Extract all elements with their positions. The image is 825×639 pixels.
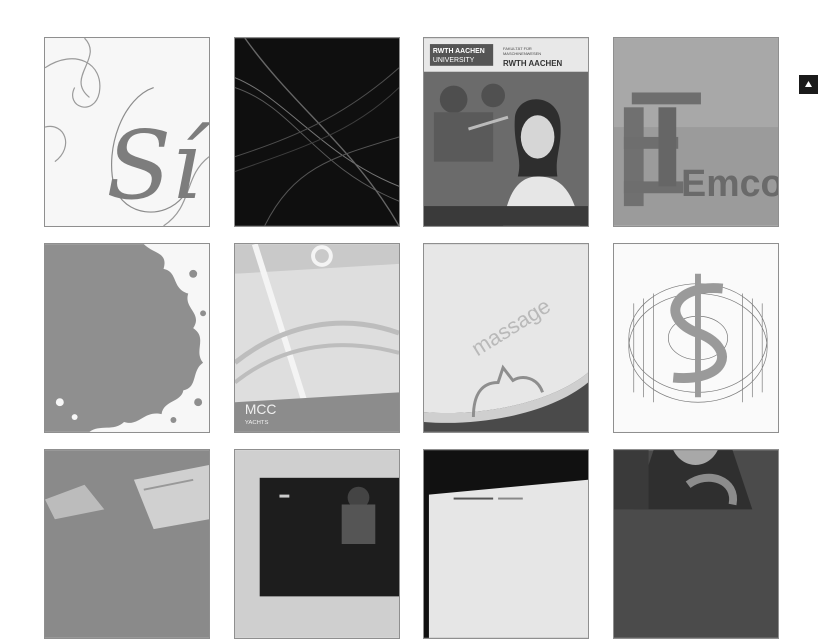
dollar-gear-artwork bbox=[614, 244, 778, 432]
portfolio-tile-9[interactable] bbox=[44, 449, 210, 639]
rwth-faculty-line2: MASCHINENWESEN bbox=[503, 51, 541, 56]
portfolio-tile-7[interactable]: massage bbox=[423, 243, 589, 433]
monitor-portrait-artwork bbox=[235, 450, 399, 638]
rwth-logo-right: RWTH AACHEN bbox=[503, 59, 562, 68]
mcc-yachts-artwork: MCC YACHTS bbox=[235, 244, 399, 432]
portfolio-tile-10[interactable] bbox=[234, 449, 400, 639]
mcc-title: MCC bbox=[245, 401, 277, 417]
portfolio-tile-3[interactable]: RWTH AACHEN UNIVERSITY FAKULTÄT FÜR MASC… bbox=[423, 37, 589, 227]
rwth-brochure-artwork: RWTH AACHEN UNIVERSITY FAKULTÄT FÜR MASC… bbox=[424, 38, 588, 226]
portfolio-tile-6[interactable]: MCC YACHTS bbox=[234, 243, 400, 433]
person-tshirt-artwork bbox=[614, 450, 778, 638]
portfolio-tile-4[interactable]: Emco bbox=[613, 37, 779, 227]
portfolio-grid: Sí RWTH AACHEN UNIVERSITY FAKULTÄT FÜR M… bbox=[0, 0, 825, 639]
script-si-artwork: Sí bbox=[45, 38, 209, 226]
emco-signage-artwork: Emco bbox=[614, 38, 778, 226]
triangle-up-icon bbox=[805, 81, 812, 87]
rwth-logo-left-line2: UNIVERSITY bbox=[433, 57, 475, 64]
si-script-text: Sí bbox=[106, 111, 209, 221]
mcc-subtitle: YACHTS bbox=[245, 420, 269, 426]
portfolio-tile-5[interactable] bbox=[44, 243, 210, 433]
dark-screen-artwork bbox=[424, 450, 588, 638]
portfolio-tile-2[interactable] bbox=[234, 37, 400, 227]
scroll-to-top-button[interactable] bbox=[799, 75, 818, 94]
portfolio-tile-12[interactable] bbox=[613, 449, 779, 639]
emco-sign-text: Emco bbox=[681, 162, 778, 204]
portfolio-tile-11[interactable] bbox=[423, 449, 589, 639]
paper-stack-artwork bbox=[45, 450, 209, 638]
splash-shape-artwork bbox=[45, 244, 209, 432]
rwth-logo-left-line1: RWTH AACHEN bbox=[433, 48, 485, 55]
abstract-light-waves-artwork bbox=[235, 38, 399, 226]
portfolio-tile-1[interactable]: Sí bbox=[44, 37, 210, 227]
portfolio-tile-8[interactable] bbox=[613, 243, 779, 433]
massage-card-artwork: massage bbox=[424, 244, 588, 432]
